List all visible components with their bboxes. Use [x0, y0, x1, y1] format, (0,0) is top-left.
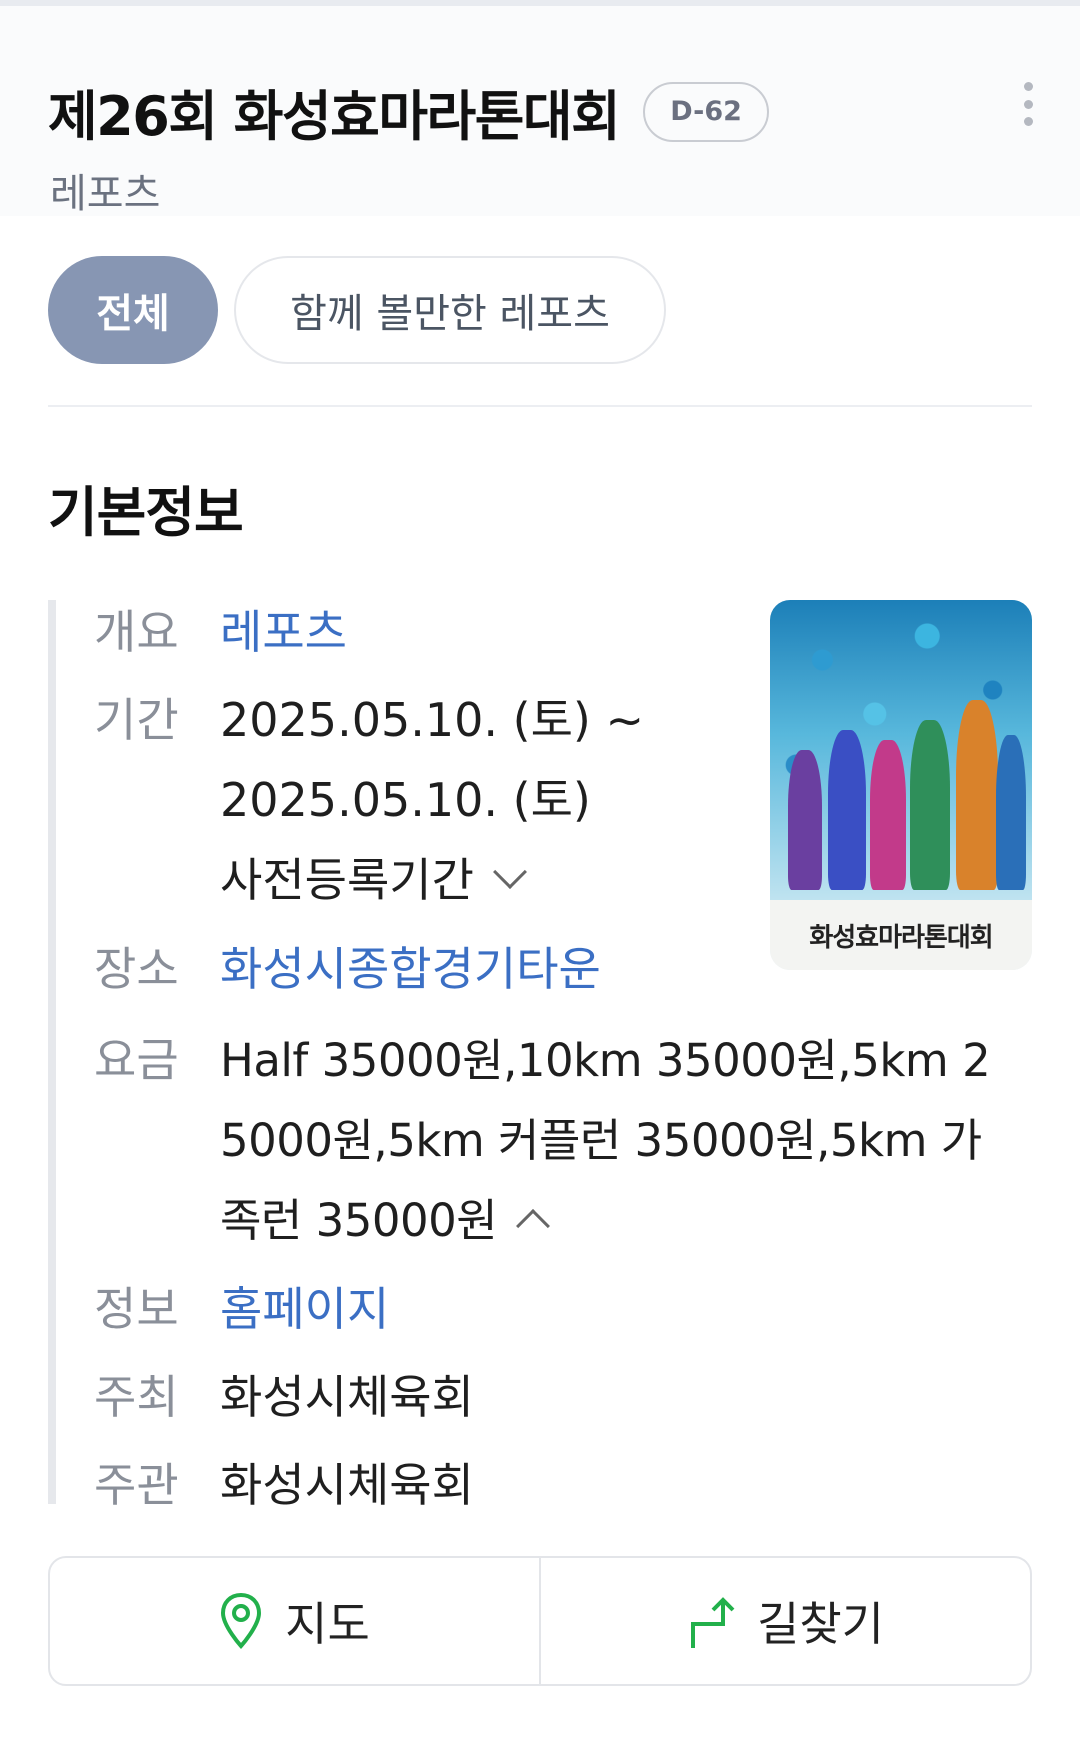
directions-arrow-icon	[691, 1597, 735, 1648]
poster-caption-band: 화성효마라톤대회	[770, 900, 1032, 970]
fee-line1: Half 35000원,10km 35000원,5km 2	[220, 1034, 991, 1087]
info-accent-bar	[48, 600, 56, 1504]
overview-label: 개요	[94, 605, 179, 659]
host-label: 주최	[94, 1370, 179, 1424]
homepage-label: 정보	[94, 1282, 179, 1336]
poster-runner	[956, 700, 998, 890]
chevron-down-icon	[492, 855, 527, 889]
section-title: 기본정보	[48, 481, 244, 544]
directions-button-label: 길찾기	[757, 1597, 884, 1651]
category-subtitle: 레포츠	[50, 171, 161, 217]
poster-runner	[996, 735, 1026, 890]
map-button-label: 지도	[285, 1597, 370, 1651]
poster-runner	[828, 730, 866, 890]
header: 제26회 화성효마라톤대회 D-62 레포츠	[0, 6, 1080, 217]
period-line1: 2025.05.10. (토) ~	[220, 693, 644, 747]
action-bar: 지도 길찾기	[48, 1556, 1032, 1686]
poster-runner	[788, 750, 822, 890]
poster-runner	[870, 740, 906, 890]
more-options-icon[interactable]	[1016, 82, 1040, 126]
overview-link[interactable]: 레포츠	[220, 596, 347, 662]
dday-badge: D-62	[643, 81, 769, 142]
fee-line2: 5000원,5km 커플런 35000원,5km 가	[220, 1114, 982, 1167]
organizer-value: 화성시체육회	[220, 1458, 474, 1512]
poster-caption: 화성효마라톤대회	[809, 922, 993, 953]
fee-line3: 족런 35000원	[220, 1194, 498, 1247]
place-link[interactable]: 화성시종합경기타운	[220, 933, 601, 999]
poster-runner	[910, 720, 950, 890]
map-button[interactable]: 지도	[50, 1558, 539, 1684]
period-line2: 2025.05.10. (토)	[220, 773, 591, 827]
event-poster-image[interactable]: 화성효마라톤대회	[770, 600, 1032, 970]
map-pin-icon	[221, 1592, 262, 1649]
filter-chips: 전체 함께 볼만한 레포츠	[48, 256, 666, 364]
place-label: 장소	[94, 942, 179, 996]
directions-button[interactable]: 길찾기	[539, 1558, 1030, 1684]
chip-related-leisure[interactable]: 함께 볼만한 레포츠	[234, 256, 666, 364]
chip-all[interactable]: 전체	[48, 256, 218, 364]
period-label: 기간	[94, 693, 179, 747]
title-row: 제26회 화성효마라톤대회 D-62	[48, 72, 769, 151]
pre-registration-label: 사전등록기간	[220, 853, 474, 907]
chevron-up-icon	[516, 1209, 551, 1243]
pre-registration-toggle[interactable]: 사전등록기간	[220, 844, 527, 910]
fee-toggle[interactable]: 족런 35000원	[220, 1184, 551, 1249]
homepage-link[interactable]: 홈페이지	[220, 1273, 389, 1339]
page-title: 제26회 화성효마라톤대회	[48, 85, 621, 148]
divider	[48, 405, 1032, 407]
fee-label: 요금	[94, 1033, 179, 1087]
organizer-label: 주관	[94, 1458, 179, 1512]
host-value: 화성시체육회	[220, 1370, 474, 1424]
